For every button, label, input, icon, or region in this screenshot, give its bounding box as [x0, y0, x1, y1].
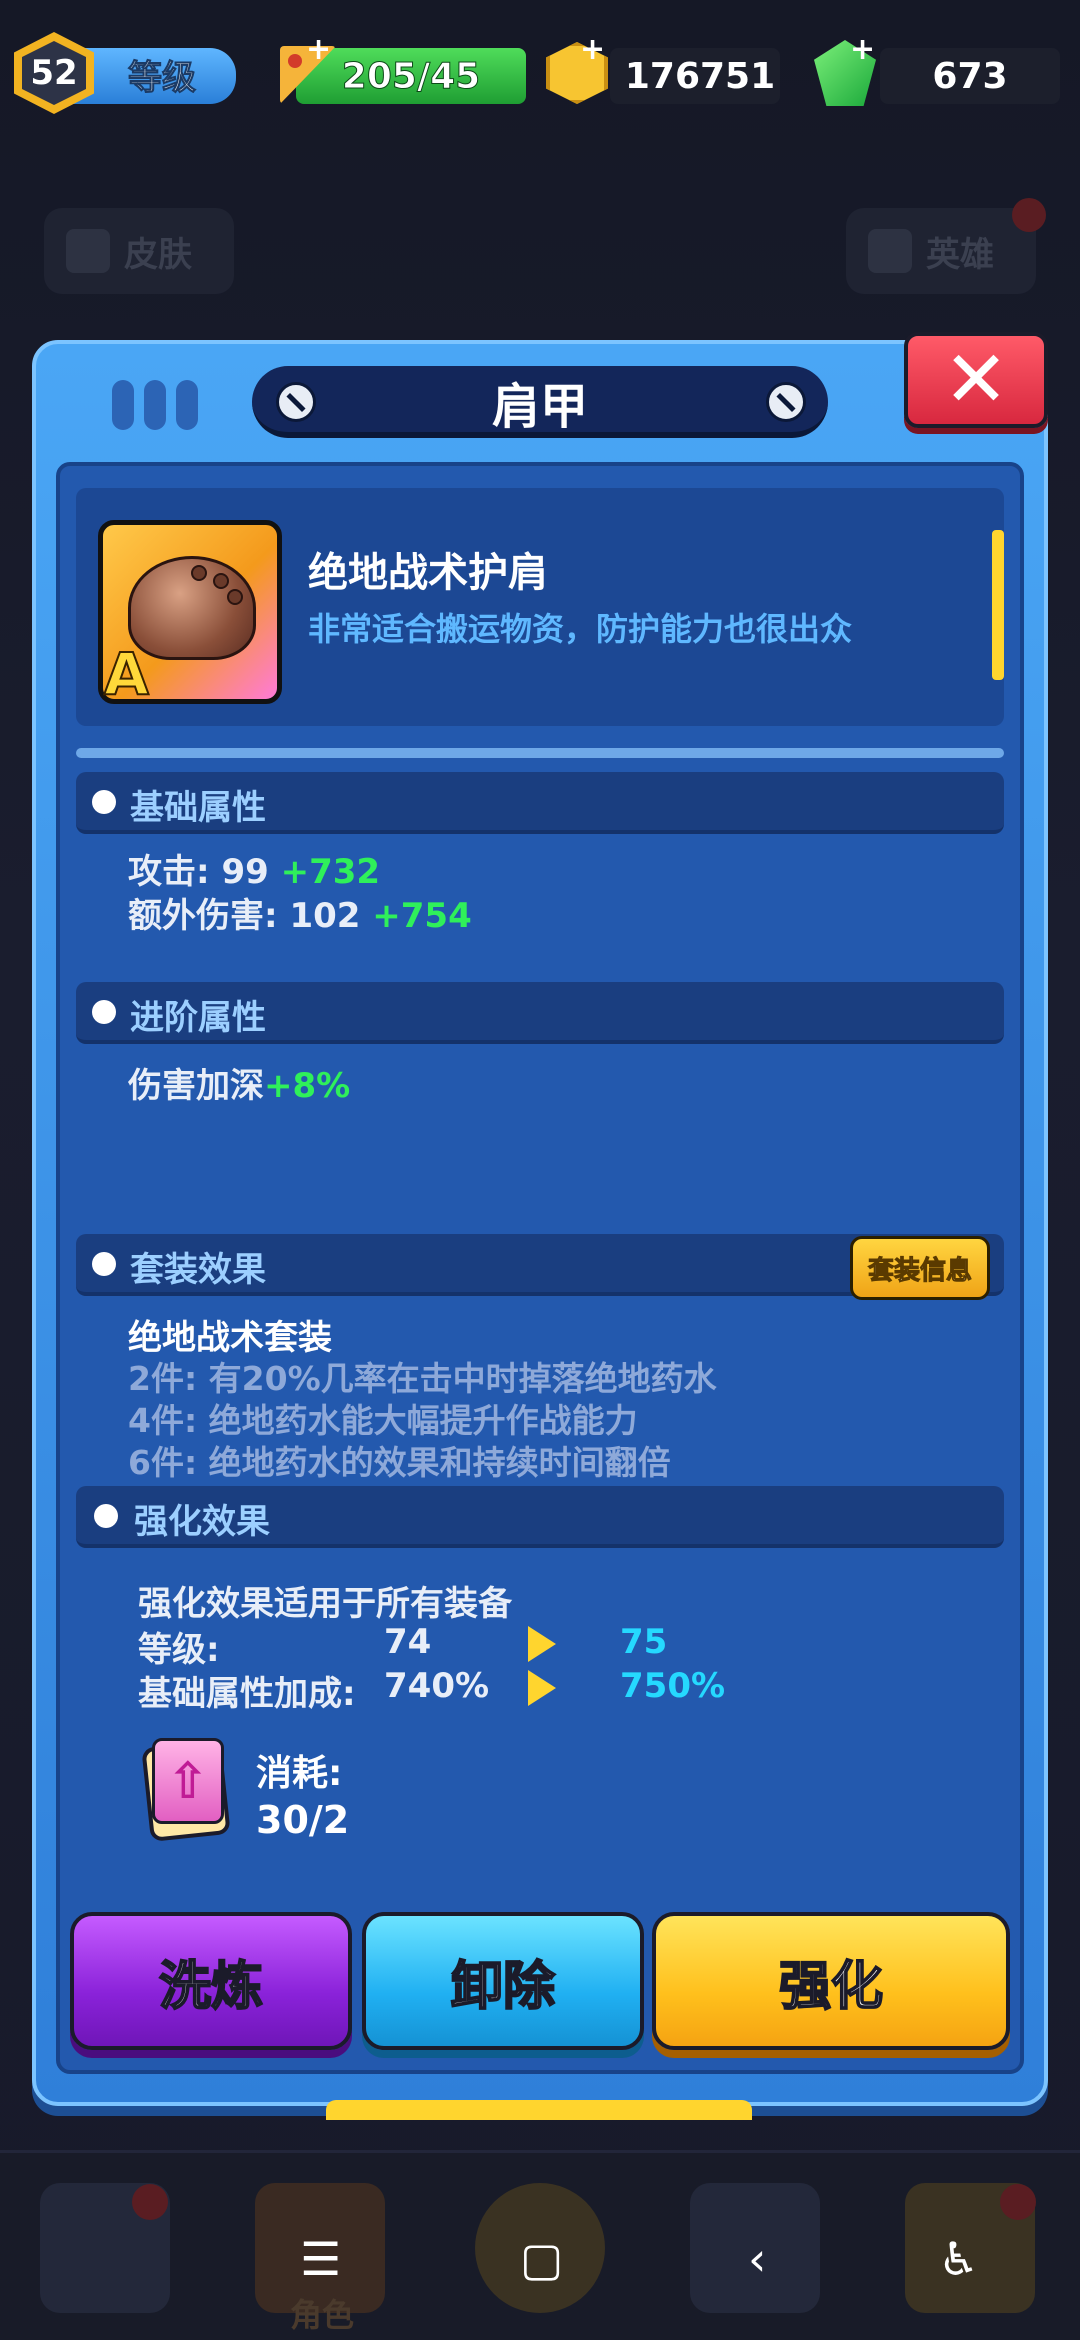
skin-button: 皮肤 [44, 208, 234, 294]
add-coins-icon[interactable]: + [580, 32, 605, 67]
cost-value: 30/2 [256, 1798, 350, 1842]
coin-value: 176751 [624, 55, 776, 97]
stat-bonus: +732 [280, 852, 381, 892]
item-description: 非常适合搬运物资，防护能力也很出众 [308, 610, 853, 648]
stat-attack: 攻击: 99 +732 [128, 844, 380, 893]
bullet-icon [92, 1252, 116, 1276]
enhance-level-label: 等级: [138, 1630, 220, 1670]
section-title-base: 基础属性 [130, 788, 266, 828]
cost-label: 消耗: [256, 1753, 343, 1794]
arrow-right-icon [528, 1670, 556, 1706]
grip-bar [176, 380, 198, 430]
enhance-bonus-label: 基础属性加成: [138, 1674, 356, 1714]
section-title-enhance: 强化效果 [134, 1502, 270, 1542]
accessibility-icon[interactable]: ♿ [938, 2236, 979, 2282]
stat-bonus: +754 [372, 896, 472, 936]
close-button[interactable]: ✕ [904, 332, 1048, 428]
back-icon[interactable]: ‹ [748, 2236, 766, 2282]
rivet [191, 565, 207, 581]
hero-button: 英雄 [846, 208, 1036, 294]
stat-label: 额外伤害: [128, 896, 290, 936]
add-stamina-icon[interactable]: + [306, 32, 331, 67]
resource-bar: 等级 52 205/45 + 176751 + 673 + [0, 0, 1080, 150]
skin-label: 皮肤 [124, 234, 192, 275]
set-bonus-line: 6件: 绝地药水的效果和持续时间翻倍 [128, 1443, 671, 1482]
rivet [227, 589, 243, 605]
item-grade: A [103, 639, 150, 709]
enhance-note: 强化效果适用于所有装备 [138, 1584, 512, 1624]
rarity-stripe [992, 530, 1004, 680]
stat-damage-deepen: 伤害加深+8% [128, 1058, 350, 1107]
upgrade-card-icon: ⇧ [152, 1738, 224, 1824]
arrow-right-icon [528, 1626, 556, 1662]
enhance-level-current: 74 [384, 1622, 432, 1662]
screw-icon [276, 382, 316, 422]
stat-extra-damage: 额外伤害: 102 +754 [128, 888, 472, 937]
hero-label: 英雄 [926, 234, 994, 275]
grip-bar [144, 380, 166, 430]
stat-label: 伤害加深 [128, 1066, 264, 1106]
nav-badge [1000, 2184, 1036, 2220]
section-title-advanced: 进阶属性 [130, 998, 266, 1038]
grip-bar [112, 380, 134, 430]
bullet-icon [92, 1000, 116, 1024]
menu-icon[interactable]: ☰ [300, 2236, 341, 2282]
gem-value: 673 [932, 55, 1008, 97]
rivet [213, 573, 229, 589]
swap-icon [868, 229, 912, 273]
modal-tab-indicator [326, 2100, 752, 2120]
bullet-icon [92, 790, 116, 814]
enhance-bonus-next: 750% [620, 1666, 726, 1706]
modal-title: 肩甲 [491, 379, 588, 435]
add-gems-icon[interactable]: + [850, 32, 875, 67]
stat-bonus: +8% [264, 1066, 351, 1106]
screw-icon [766, 382, 806, 422]
nav-badge [132, 2184, 168, 2220]
close-icon: ✕ [943, 335, 1009, 425]
set-info-button[interactable]: 套装信息 [850, 1236, 990, 1300]
stat-label: 攻击: [128, 852, 222, 892]
stat-value: 102 [289, 896, 361, 936]
unequip-button[interactable]: 卸除 [362, 1912, 644, 2050]
enhance-bonus-current: 740% [384, 1666, 490, 1706]
set-bonus-line: 2件: 有20%几率在击中时掉落绝地药水 [128, 1359, 717, 1398]
enhance-button[interactable]: 强化 [652, 1912, 1010, 2050]
item-name: 绝地战术护肩 [308, 550, 548, 596]
level-label: 等级 [128, 58, 197, 99]
shirt-icon [66, 229, 110, 273]
set-bonus-line: 4件: 绝地药水能大幅提升作战能力 [128, 1401, 638, 1440]
divider [76, 748, 1004, 758]
enhance-level-next: 75 [620, 1622, 668, 1662]
section-title-set: 套装效果 [130, 1250, 266, 1290]
refine-button[interactable]: 洗炼 [70, 1912, 352, 2050]
notification-dot [1012, 198, 1046, 232]
home-icon[interactable]: ▢ [520, 2236, 563, 2282]
stat-value: 99 [221, 852, 269, 892]
bullet-icon [94, 1504, 118, 1528]
